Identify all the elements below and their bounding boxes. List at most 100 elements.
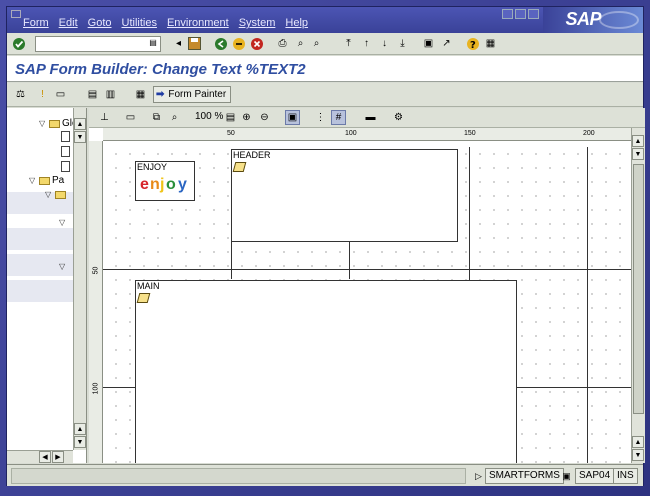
pin-icon[interactable]: ⊥: [97, 110, 112, 125]
close-window-button[interactable]: [528, 9, 539, 19]
zoom-in-icon[interactable]: ⊕: [239, 110, 254, 125]
ruler-label: 100: [92, 382, 100, 395]
status-expand-icon[interactable]: ▷: [471, 469, 486, 484]
sap-logo: SAP: [543, 7, 643, 33]
tree-node-collapsed[interactable]: ▽: [59, 260, 69, 273]
scroll-right-icon[interactable]: ▶: [52, 451, 64, 463]
show-windows-icon[interactable]: ▣: [285, 110, 300, 125]
activate-icon[interactable]: !: [35, 87, 50, 102]
select-window-icon[interactable]: ▭: [123, 110, 138, 125]
server-info-icon[interactable]: ▣: [559, 469, 574, 484]
text-node-icon[interactable]: [232, 162, 247, 172]
settings-icon[interactable]: ⚙: [391, 110, 406, 125]
horizontal-ruler: 50 100 150 200: [103, 128, 631, 141]
system-menu-icon[interactable]: [11, 10, 21, 18]
customize-layout-icon[interactable]: ▦: [483, 36, 498, 51]
back-icon[interactable]: [213, 36, 228, 51]
menu-utilities[interactable]: Utilities: [122, 17, 157, 29]
grid-lines-icon[interactable]: #: [331, 110, 346, 125]
first-page-icon[interactable]: ⤒: [341, 36, 356, 51]
scrollbar-thumb[interactable]: [633, 164, 644, 414]
scroll-up-icon[interactable]: ▲: [74, 423, 86, 435]
tree-node-global[interactable]: ▽ Glo: [39, 117, 78, 130]
cancel-icon[interactable]: [249, 36, 264, 51]
menu-help[interactable]: Help: [285, 17, 308, 29]
tree-node-doc[interactable]: [61, 130, 72, 143]
find-icon[interactable]: ⌕: [293, 36, 308, 51]
tree-horizontal-scrollbar[interactable]: ◀ ▶: [7, 450, 73, 463]
copy-window-icon[interactable]: ⧉: [149, 110, 164, 125]
other-object-icon[interactable]: ⚖: [13, 87, 28, 102]
main-window[interactable]: MAIN: [135, 280, 517, 463]
scroll-down-icon[interactable]: ▼: [74, 436, 86, 448]
ruler-label: 150: [464, 130, 476, 137]
expand-triangle-icon[interactable]: ▽: [29, 176, 39, 185]
page-guide-line: [103, 269, 631, 270]
help-icon[interactable]: ?: [465, 36, 480, 51]
scroll-up-icon[interactable]: ▲: [632, 135, 644, 147]
expand-triangle-icon[interactable]: ▽: [59, 218, 69, 227]
field-list-icon[interactable]: ▤: [85, 87, 100, 102]
document-icon: [61, 131, 70, 142]
screen-background: Form Edit Goto Utilities Environment Sys…: [0, 0, 650, 496]
zoom-out-icon[interactable]: ⊖: [257, 110, 272, 125]
painter-toolbar: ⊥ ▭ ⧉ ⌕ 100 % ▤ ⊕ ⊖ ▣ ⋮ # ▬ ⚙: [89, 108, 645, 128]
header-window[interactable]: HEADER: [231, 149, 458, 242]
grid-icon[interactable]: ⋮: [313, 110, 328, 125]
tree-node-collapsed[interactable]: ▽: [59, 216, 69, 229]
command-field[interactable]: ▤: [35, 36, 161, 52]
zoom-level[interactable]: 100 %: [195, 111, 223, 122]
tree-node-page[interactable]: ▽: [45, 188, 68, 201]
command-history-dropdown-icon[interactable]: ▤: [148, 38, 158, 50]
scroll-up-icon[interactable]: ▲: [632, 436, 644, 448]
tree-vertical-scrollbar[interactable]: ▲ ▼ ▲ ▼: [73, 108, 86, 450]
status-bar: ▷ SMARTFORMS ▣ SAP04 INS: [7, 464, 643, 486]
menu-goto[interactable]: Goto: [88, 17, 112, 29]
canvas-vertical-scrollbar[interactable]: ▲ ▼ ▲ ▼: [631, 128, 645, 463]
enter-check-icon[interactable]: [11, 36, 26, 51]
scroll-left-icon[interactable]: ◀: [39, 451, 51, 463]
expand-triangle-icon[interactable]: ▽: [45, 190, 55, 199]
ruler-icon[interactable]: ▬: [363, 110, 378, 125]
scroll-down-icon[interactable]: ▼: [632, 148, 644, 160]
create-shortcut-icon[interactable]: ↗: [439, 36, 454, 51]
expand-triangle-icon[interactable]: ▽: [39, 119, 49, 128]
minimize-button[interactable]: [502, 9, 513, 19]
print-icon[interactable]: ⎙: [275, 36, 290, 51]
zoom-search-icon[interactable]: ⌕: [167, 110, 182, 125]
table-painter-icon[interactable]: ▥: [103, 87, 118, 102]
tree-node-pages[interactable]: ▽ Pa: [29, 174, 64, 187]
folder-icon: [55, 190, 66, 199]
sap-logo-text: SAP: [565, 9, 601, 29]
collapse-field-icon[interactable]: ◂: [171, 36, 186, 51]
standard-toolbar: ▤ ◂ ⎙ ⌕ ⌕ ⤒ ↑ ↓ ⤓ ▣ ↗ ? ▦: [7, 33, 643, 55]
find-next-icon[interactable]: ⌕: [309, 36, 324, 51]
test-icon[interactable]: ▦: [133, 87, 148, 102]
save-icon[interactable]: [187, 36, 202, 51]
page-guide-line: [349, 241, 350, 279]
next-page-icon[interactable]: ↓: [377, 36, 392, 51]
form-painter-label: Form Painter: [168, 89, 227, 100]
menu-edit[interactable]: Edit: [59, 17, 78, 29]
tree-node-doc[interactable]: [61, 145, 72, 158]
exit-icon[interactable]: [231, 36, 246, 51]
enjoy-graphic-window[interactable]: ENJOY enjoy: [135, 161, 195, 201]
text-node-icon[interactable]: [136, 293, 151, 303]
form-painter-button[interactable]: ➡ Form Painter: [153, 86, 232, 103]
scroll-down-icon[interactable]: ▼: [632, 449, 644, 461]
zoom-dropdown-icon[interactable]: ▤: [223, 110, 238, 125]
menu-form[interactable]: Form: [23, 17, 49, 29]
form-interface-icon[interactable]: ▭: [53, 87, 68, 102]
menu-system[interactable]: System: [239, 17, 276, 29]
scroll-up-icon[interactable]: ▲: [74, 118, 86, 130]
tree-node-doc[interactable]: [61, 160, 72, 173]
status-message-area: [11, 468, 466, 484]
sap-logo-ripple: [599, 11, 639, 29]
maximize-button[interactable]: [515, 9, 526, 19]
scroll-down-icon[interactable]: ▼: [74, 131, 86, 143]
expand-triangle-icon[interactable]: ▽: [59, 262, 69, 271]
menu-environment[interactable]: Environment: [167, 17, 229, 29]
last-page-icon[interactable]: ⤓: [395, 36, 410, 51]
create-session-icon[interactable]: ▣: [421, 36, 436, 51]
previous-page-icon[interactable]: ↑: [359, 36, 374, 51]
